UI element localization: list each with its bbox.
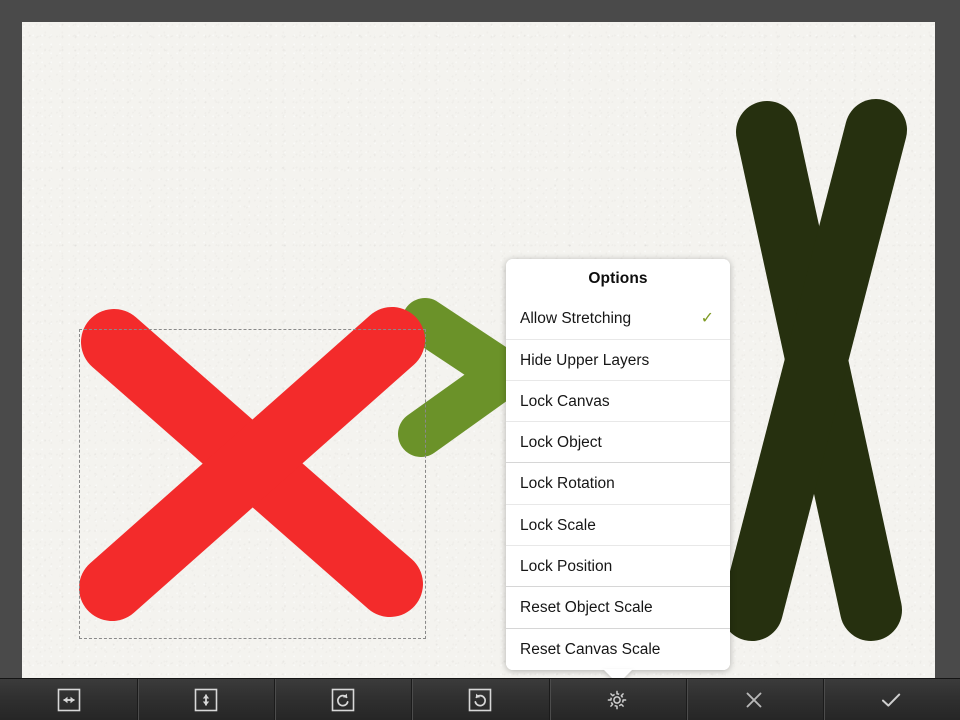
menu-group-transform-locks: Lock Rotation ✓ Lock Scale ✓ Lock Positi…	[506, 462, 730, 586]
menu-item-lock-object[interactable]: Lock Object ✓	[506, 421, 730, 462]
menu-item-reset-object-scale[interactable]: Reset Object Scale ✓	[506, 587, 730, 628]
options-gear-button[interactable]	[548, 679, 686, 720]
menu-item-hide-upper-layers[interactable]: Hide Upper Layers ✓	[506, 339, 730, 380]
options-popover-body: Options Allow Stretching ✓ Hide Upper La…	[506, 259, 730, 670]
menu-item-allow-stretching[interactable]: Allow Stretching ✓	[506, 298, 730, 339]
flip-vertical-icon	[193, 687, 219, 713]
menu-item-reset-canvas-scale[interactable]: Reset Canvas Scale ✓	[506, 629, 730, 670]
menu-item-lock-position[interactable]: Lock Position ✓	[506, 545, 730, 586]
check-icon	[877, 686, 905, 714]
menu-item-label: Lock Canvas	[520, 392, 610, 410]
rotate-counterclockwise-button[interactable]	[274, 679, 411, 720]
menu-item-label: Lock Position	[520, 557, 613, 575]
rotate-clockwise-icon	[467, 687, 493, 713]
flip-horizontal-icon	[56, 687, 82, 713]
menu-item-label: Allow Stretching	[520, 310, 632, 327]
menu-item-lock-canvas[interactable]: Lock Canvas ✓	[506, 380, 730, 421]
popover-title: Options	[588, 270, 648, 287]
menu-item-label: Lock Scale	[520, 516, 596, 534]
menu-group-reset-canvas: Reset Canvas Scale ✓	[506, 628, 730, 670]
cancel-button[interactable]	[685, 679, 823, 720]
red-x-shape[interactable]	[22, 22, 935, 678]
menu-group-reset-object: Reset Object Scale ✓	[506, 586, 730, 628]
menu-item-lock-scale[interactable]: Lock Scale ✓	[506, 504, 730, 545]
close-icon	[741, 687, 767, 713]
menu-group-locks: Allow Stretching ✓ Hide Upper Layers ✓ L…	[506, 298, 730, 462]
flip-horizontal-button[interactable]	[0, 679, 137, 720]
drawing-canvas[interactable]	[22, 22, 935, 678]
confirm-button[interactable]	[822, 679, 960, 720]
menu-item-label: Reset Object Scale	[520, 599, 653, 616]
gear-icon	[603, 686, 631, 714]
app-root: Options Allow Stretching ✓ Hide Upper La…	[0, 0, 960, 720]
menu-item-label: Reset Canvas Scale	[520, 641, 661, 658]
menu-item-lock-rotation[interactable]: Lock Rotation ✓	[506, 463, 730, 504]
checkmark-icon: ✓	[700, 309, 714, 327]
rotate-clockwise-button[interactable]	[411, 679, 548, 720]
flip-vertical-button[interactable]	[137, 679, 274, 720]
menu-item-label: Hide Upper Layers	[520, 351, 650, 369]
options-popover: Options Allow Stretching ✓ Hide Upper La…	[506, 259, 730, 684]
menu-item-label: Lock Object	[520, 433, 602, 451]
rotate-counterclockwise-icon	[330, 687, 356, 713]
bottom-toolbar	[0, 678, 960, 720]
menu-item-label: Lock Rotation	[520, 475, 615, 492]
